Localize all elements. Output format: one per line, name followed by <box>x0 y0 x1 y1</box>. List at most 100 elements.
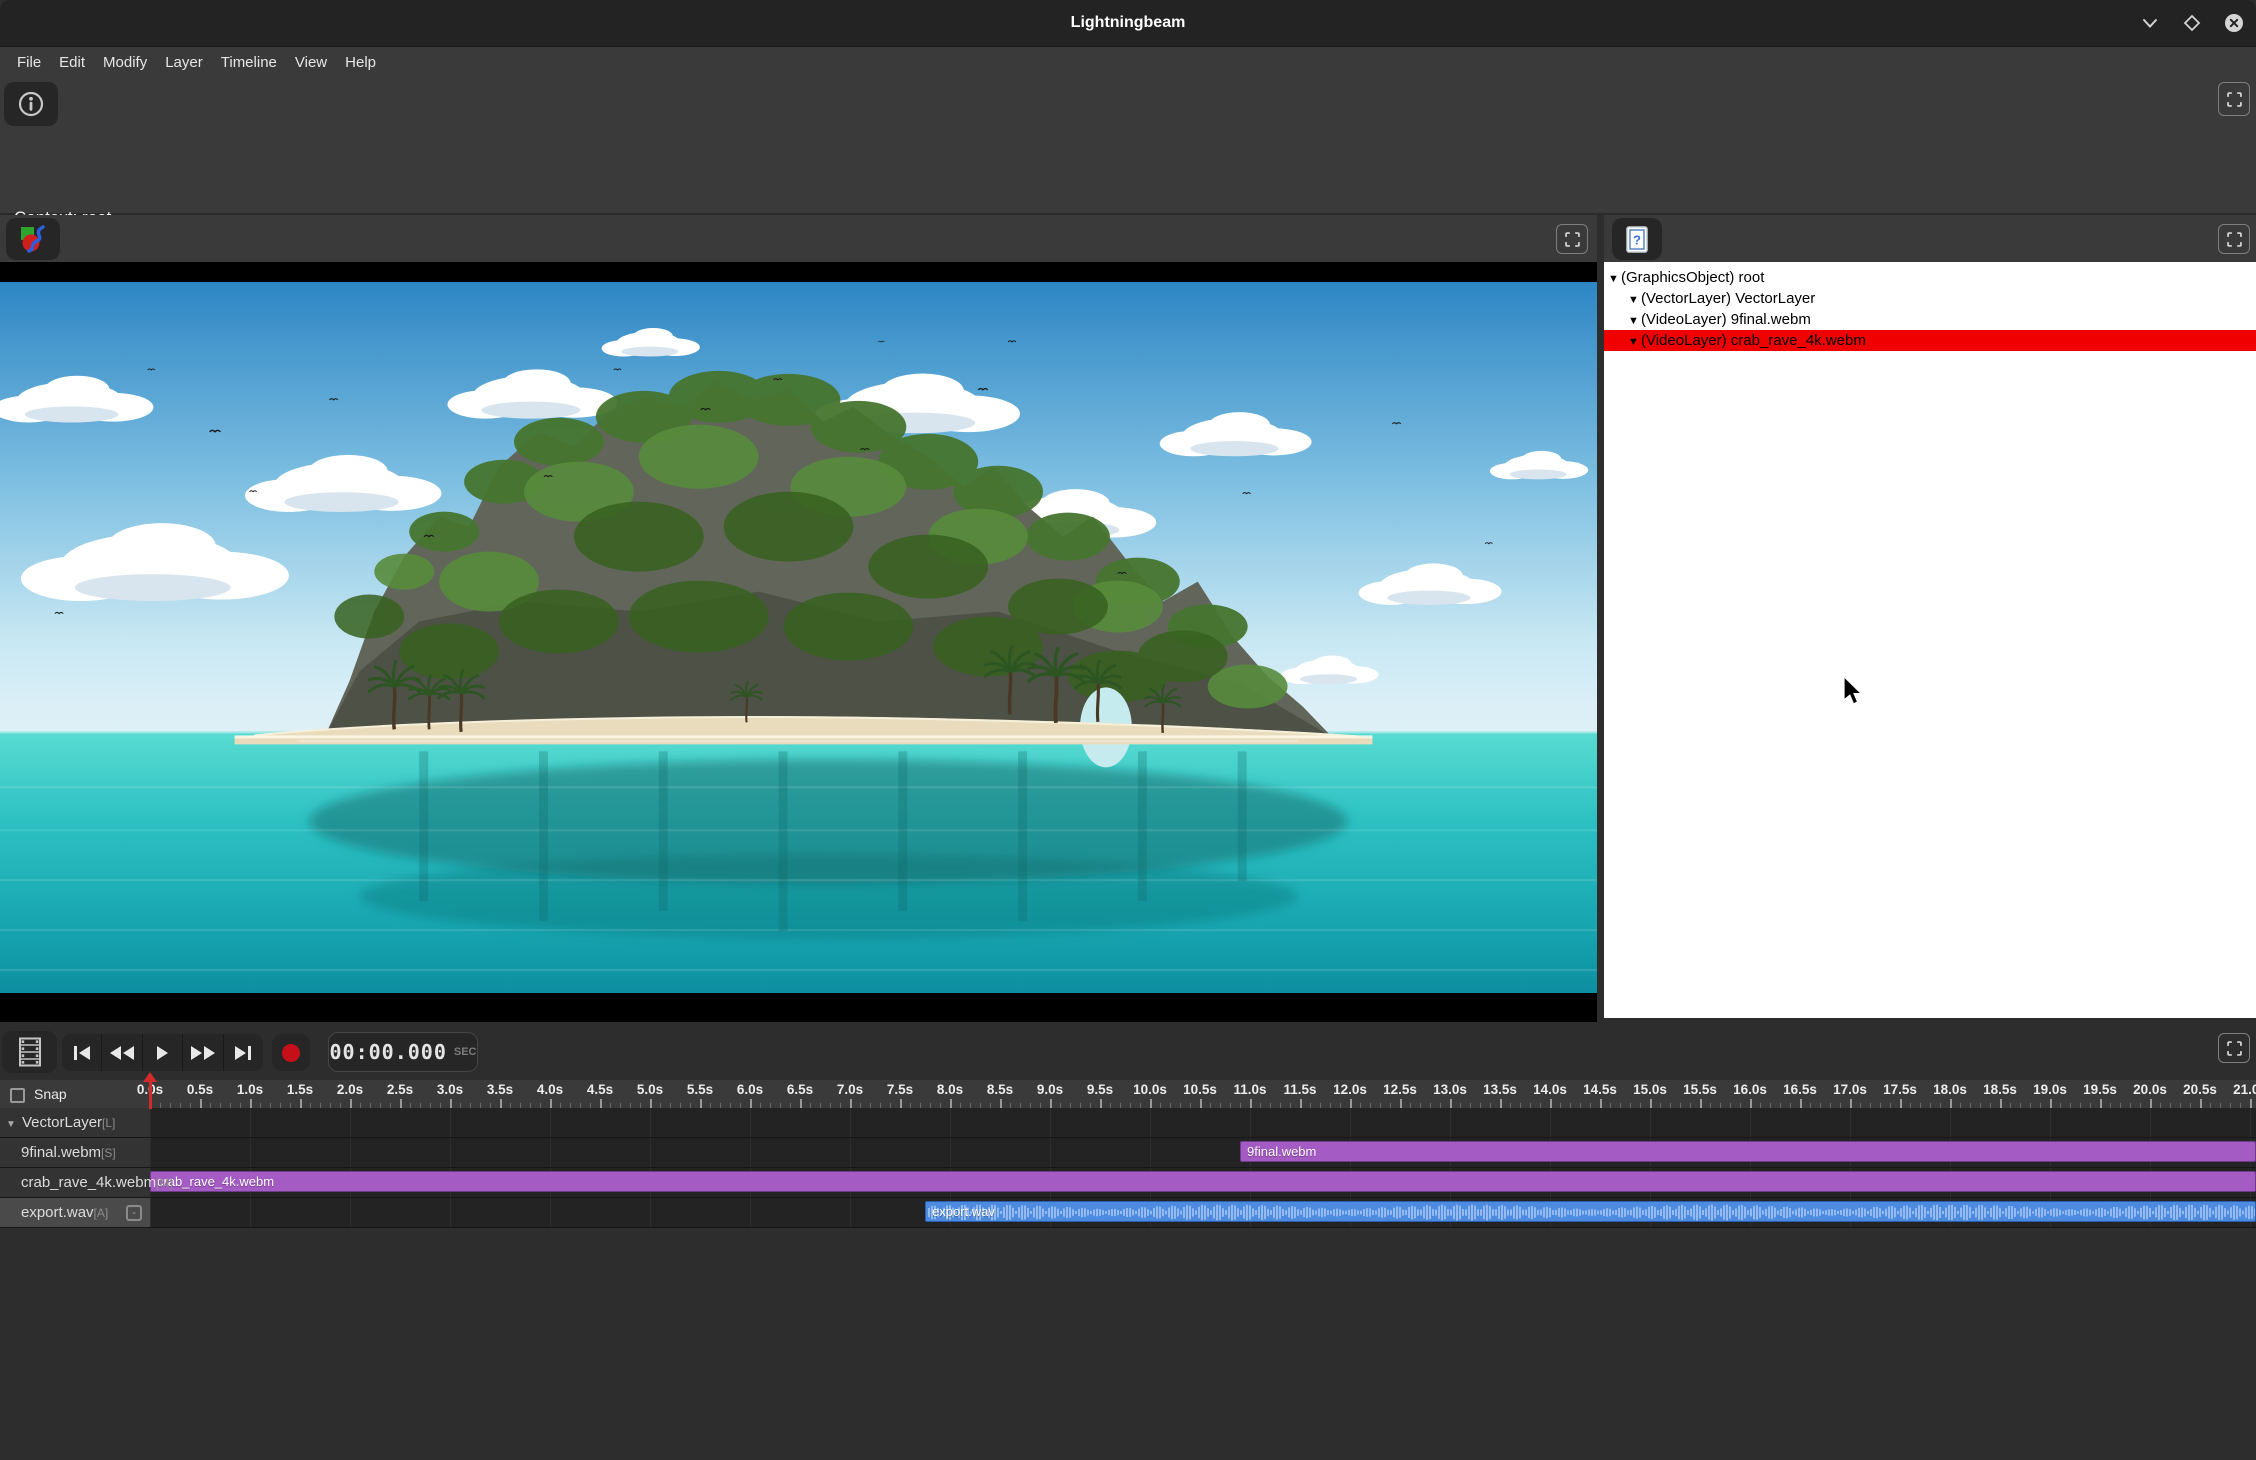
menu-edit[interactable]: Edit <box>50 47 94 78</box>
track-type-badge: [A] <box>94 1206 109 1220</box>
clip-9final-webm[interactable]: 9final.webm <box>1240 1141 2256 1162</box>
tree-expander-icon[interactable]: ▼ <box>1628 290 1641 311</box>
scene-tree-tool-button[interactable]: ? <box>1612 218 1662 260</box>
ruler-label: 14.5s <box>1583 1082 1617 1097</box>
snap-checkbox[interactable] <box>10 1088 25 1103</box>
ruler-tick <box>1850 1099 1852 1108</box>
ruler-label: 14.0s <box>1533 1082 1567 1097</box>
menu-layer[interactable]: Layer <box>156 47 212 78</box>
skip-to-end-icon <box>235 1046 246 1060</box>
scene-tree-fullscreen-button[interactable] <box>2218 224 2250 254</box>
info-button[interactable] <box>4 82 58 126</box>
stage-fullscreen-button[interactable] <box>1556 224 1588 254</box>
record-button[interactable] <box>272 1034 310 1071</box>
track-type-badge: [L] <box>102 1116 115 1130</box>
track-row-divider <box>0 1137 2256 1138</box>
ruler-label: 4.5s <box>587 1082 613 1097</box>
minimize-button[interactable] <box>2136 9 2164 37</box>
ruler-tick <box>600 1099 602 1108</box>
clip-crab_rave_4k-webm[interactable]: crab_rave_4k.webm <box>150 1171 2256 1192</box>
tree-row-label: (VideoLayer) 9final.webm <box>1641 311 1811 328</box>
tree-row-label: (VideoLayer) crab_rave_4k.webm <box>1641 332 1866 349</box>
ruler-label: 15.5s <box>1683 1082 1717 1097</box>
ruler-label: 16.0s <box>1733 1082 1767 1097</box>
rewind-icon <box>123 1046 134 1060</box>
play-button[interactable] <box>143 1034 183 1071</box>
fullscreen-icon <box>2227 232 2242 247</box>
ruler-tick <box>1400 1099 1402 1108</box>
inspector-fullscreen-button[interactable] <box>2218 82 2250 116</box>
tree-row[interactable]: ▼(VideoLayer) 9final.webm <box>1604 309 2256 330</box>
timeline-gridline <box>150 1108 151 1228</box>
fast-forward-icon <box>191 1046 202 1060</box>
track-name: VectorLayer <box>22 1114 102 1131</box>
timeline-mode-button[interactable] <box>2 1031 57 1073</box>
ruler-label: 9.5s <box>1087 1082 1113 1097</box>
window-title: Lightningbeam <box>0 0 2256 46</box>
ruler-label: 17.0s <box>1833 1082 1867 1097</box>
ruler-label: 10.0s <box>1133 1082 1167 1097</box>
timeline-gridline <box>650 1108 651 1228</box>
track-header-export-wav[interactable]: export.wav[A] - <box>0 1198 150 1228</box>
tree-expander-icon[interactable]: ▼ <box>1608 269 1621 290</box>
stage-canvas[interactable] <box>0 262 1597 1022</box>
track-mute-checkbox[interactable]: - <box>126 1205 142 1221</box>
tree-row[interactable]: ▼(GraphicsObject) root <box>1604 267 2256 288</box>
ruler-label: 6.5s <box>787 1082 813 1097</box>
clip-export-wav[interactable]: export.wav <box>925 1201 2256 1222</box>
chevron-down-icon <box>2138 11 2162 35</box>
playhead-line[interactable] <box>149 1076 152 1109</box>
menu-timeline[interactable]: Timeline <box>212 47 286 78</box>
ruler-label: 3.0s <box>437 1082 463 1097</box>
transport-controls <box>62 1034 263 1071</box>
timeline-fullscreen-button[interactable] <box>2218 1033 2250 1063</box>
tree-expander-icon[interactable]: ▼ <box>1628 311 1641 332</box>
close-button[interactable] <box>2220 9 2248 37</box>
menu-modify[interactable]: Modify <box>94 47 156 78</box>
svg-text:?: ? <box>1633 232 1641 247</box>
ruler-tick <box>1900 1099 1902 1108</box>
framed-question-icon: ? <box>1626 226 1648 253</box>
rewind-button[interactable] <box>102 1034 142 1071</box>
track-header-9final-webm[interactable]: 9final.webm[S] <box>0 1138 150 1168</box>
tree-row[interactable]: ▼(VideoLayer) crab_rave_4k.webm <box>1604 330 2256 351</box>
timeline-gridline <box>350 1108 351 1228</box>
tree-row[interactable]: ▼(VectorLayer) VectorLayer <box>1604 288 2256 309</box>
skip-end-button[interactable] <box>224 1034 263 1071</box>
track-header-vectorlayer[interactable]: ▼VectorLayer[L] <box>0 1108 150 1138</box>
track-name: export.wav <box>0 1204 94 1221</box>
ruler-label: 11.0s <box>1233 1082 1266 1097</box>
ruler-label: 2.5s <box>387 1082 413 1097</box>
ruler-tick <box>1700 1099 1702 1108</box>
maximize-button[interactable] <box>2178 9 2206 37</box>
ruler-tick <box>1800 1099 1802 1108</box>
skip-start-button[interactable] <box>62 1034 102 1071</box>
ruler-label: 1.5s <box>287 1082 313 1097</box>
timeline-ruler[interactable]: Snap 0.0s0.5s1.0s1.5s2.0s2.5s3.0s3.5s4.0… <box>0 1080 2256 1108</box>
scene-tree-header: ? <box>1604 215 2256 262</box>
ruler-label: 5.0s <box>637 1082 663 1097</box>
timeline-gridline <box>250 1108 251 1228</box>
ruler-tick <box>1550 1099 1552 1108</box>
track-name: 9final.webm <box>0 1144 101 1161</box>
ruler-tick <box>550 1099 552 1108</box>
ruler-label: 18.5s <box>1983 1082 2017 1097</box>
skip-to-start-icon <box>79 1046 90 1060</box>
menu-file[interactable]: File <box>8 47 50 78</box>
app-window: Lightningbeam FileEditModifyLayerTimelin… <box>0 0 2256 1460</box>
scene-tree-rows: ▼(GraphicsObject) root▼(VectorLayer) Vec… <box>1604 262 2256 351</box>
ruler-label: 1.0s <box>237 1082 263 1097</box>
play-icon <box>157 1046 168 1060</box>
ruler-tick <box>2050 1099 2052 1108</box>
time-unit-label: SEC <box>454 1046 477 1058</box>
fast-forward-button[interactable] <box>183 1034 223 1071</box>
ruler-label: 3.5s <box>487 1082 513 1097</box>
playback-bar: 00:00.000 SEC <box>0 1022 2256 1080</box>
track-expander-icon[interactable]: ▼ <box>0 1110 22 1139</box>
ruler-tick <box>1650 1099 1652 1108</box>
menu-view[interactable]: View <box>286 47 336 78</box>
shapes-tool-button[interactable] <box>6 218 60 260</box>
tree-expander-icon[interactable]: ▼ <box>1628 332 1641 353</box>
menu-help[interactable]: Help <box>336 47 385 78</box>
track-header-crab_rave_4k-webm[interactable]: crab_rave_4k.webm[M] <box>0 1168 150 1198</box>
